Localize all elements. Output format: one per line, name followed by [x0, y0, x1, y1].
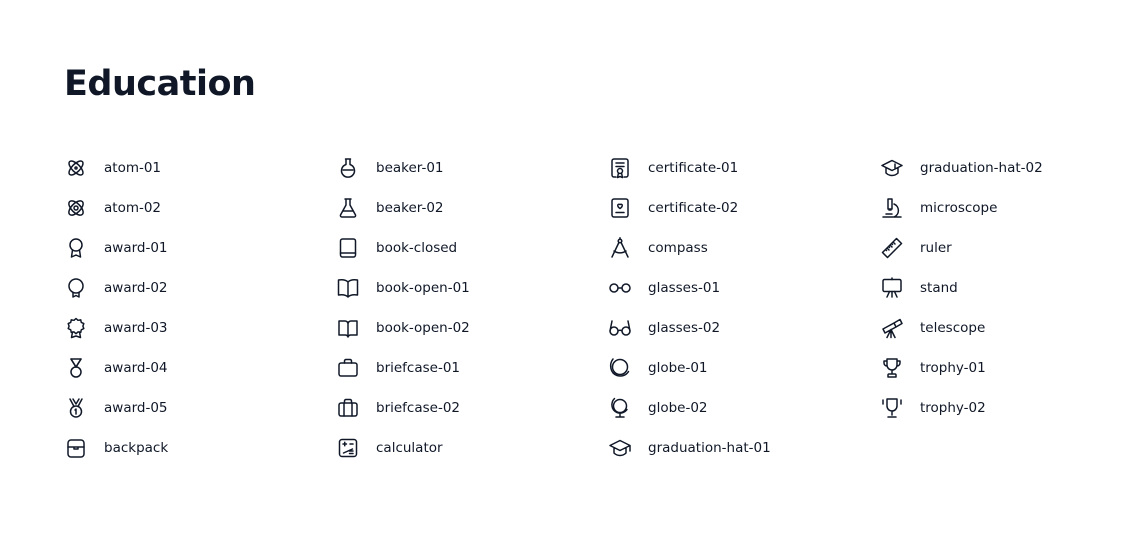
icon-item-globe-01[interactable]: globe-01 [608, 356, 708, 380]
icon-label: briefcase-01 [376, 360, 461, 376]
icon-label: award-03 [104, 320, 168, 336]
icon-label: book-closed [376, 240, 458, 256]
icon-label: graduation-hat-01 [648, 440, 771, 456]
icon-label: certificate-02 [648, 200, 739, 216]
icon-item-beaker-01[interactable]: beaker-01 [336, 156, 444, 180]
award-01-icon [64, 236, 88, 260]
icon-item-trophy-02[interactable]: trophy-02 [880, 396, 986, 420]
icon-item-award-04[interactable]: award-04 [64, 356, 168, 380]
icon-label: book-open-01 [376, 280, 470, 296]
icon-item-atom-01[interactable]: atom-01 [64, 156, 161, 180]
icon-item-trophy-01[interactable]: trophy-01 [880, 356, 986, 380]
icon-label: globe-01 [648, 360, 708, 376]
icon-label: beaker-01 [376, 160, 444, 176]
icon-label: briefcase-02 [376, 400, 461, 416]
icon-item-ruler[interactable]: ruler [880, 236, 952, 260]
page-title: Education [64, 64, 256, 104]
icon-label: backpack [104, 440, 169, 456]
icon-item-calculator[interactable]: calculator [336, 436, 443, 460]
icon-item-book-open-02[interactable]: book-open-02 [336, 316, 470, 340]
icon-label: book-open-02 [376, 320, 470, 336]
trophy-02-icon [880, 396, 904, 420]
award-02-icon [64, 276, 88, 300]
icon-item-beaker-02[interactable]: beaker-02 [336, 196, 444, 220]
icon-label: compass [648, 240, 708, 256]
icon-item-book-closed[interactable]: book-closed [336, 236, 457, 260]
icon-item-telescope[interactable]: telescope [880, 316, 985, 340]
icon-item-globe-02[interactable]: globe-02 [608, 396, 708, 420]
icon-item-certificate-01[interactable]: certificate-01 [608, 156, 738, 180]
icon-item-graduation-hat-01[interactable]: graduation-hat-01 [608, 436, 771, 460]
ruler-icon [880, 236, 904, 260]
atom-01-icon [64, 156, 88, 180]
icon-item-book-open-01[interactable]: book-open-01 [336, 276, 470, 300]
glasses-02-icon [608, 316, 632, 340]
calculator-icon [336, 436, 360, 460]
glasses-01-icon [608, 276, 632, 300]
certificate-01-icon [608, 156, 632, 180]
icon-label: atom-01 [104, 160, 162, 176]
icon-label: glasses-01 [648, 280, 721, 296]
globe-02-icon [608, 396, 632, 420]
icon-label: microscope [920, 200, 998, 216]
icon-label: atom-02 [104, 200, 162, 216]
icon-label: award-04 [104, 360, 168, 376]
icon-label: award-01 [104, 240, 168, 256]
icon-item-award-03[interactable]: award-03 [64, 316, 168, 340]
icon-label: certificate-01 [648, 160, 739, 176]
icon-label: graduation-hat-02 [920, 160, 1043, 176]
icon-item-compass[interactable]: compass [608, 236, 708, 260]
icon-item-award-05[interactable]: award-05 [64, 396, 168, 420]
icon-item-graduation-hat-02[interactable]: graduation-hat-02 [880, 156, 1043, 180]
icon-label: telescope [920, 320, 986, 336]
book-open-02-icon [336, 316, 360, 340]
icon-item-briefcase-02[interactable]: briefcase-02 [336, 396, 460, 420]
icon-label: globe-02 [648, 400, 708, 416]
icon-item-certificate-02[interactable]: certificate-02 [608, 196, 738, 220]
icon-item-glasses-02[interactable]: glasses-02 [608, 316, 720, 340]
book-open-01-icon [336, 276, 360, 300]
icon-item-atom-02[interactable]: atom-02 [64, 196, 161, 220]
icon-label: stand [920, 280, 958, 296]
icon-label: beaker-02 [376, 200, 444, 216]
icon-item-glasses-01[interactable]: glasses-01 [608, 276, 720, 300]
beaker-02-icon [336, 196, 360, 220]
icon-item-award-01[interactable]: award-01 [64, 236, 168, 260]
award-05-icon [64, 396, 88, 420]
icon-label: trophy-01 [920, 360, 986, 376]
icon-item-award-02[interactable]: award-02 [64, 276, 168, 300]
icon-label: award-02 [104, 280, 168, 296]
icon-item-briefcase-01[interactable]: briefcase-01 [336, 356, 460, 380]
icon-item-backpack[interactable]: backpack [64, 436, 168, 460]
briefcase-01-icon [336, 356, 360, 380]
icon-item-stand[interactable]: stand [880, 276, 958, 300]
icon-label: glasses-02 [648, 320, 721, 336]
icon-label: calculator [376, 440, 443, 456]
atom-02-icon [64, 196, 88, 220]
book-closed-icon [336, 236, 360, 260]
icon-catalog-page: Education atom-01 atom-02 award-01 award-02… [0, 0, 1144, 540]
icon-label: trophy-02 [920, 400, 986, 416]
telescope-icon [880, 316, 904, 340]
graduation-hat-01-icon [608, 436, 632, 460]
stand-icon [880, 276, 904, 300]
icon-label: ruler [920, 240, 952, 256]
beaker-01-icon [336, 156, 360, 180]
award-04-icon [64, 356, 88, 380]
award-03-icon [64, 316, 88, 340]
compass-icon [608, 236, 632, 260]
backpack-icon [64, 436, 88, 460]
briefcase-02-icon [336, 396, 360, 420]
certificate-02-icon [608, 196, 632, 220]
graduation-hat-02-icon [880, 156, 904, 180]
microscope-icon [880, 196, 904, 220]
icon-item-microscope[interactable]: microscope [880, 196, 997, 220]
globe-01-icon [608, 356, 632, 380]
icon-label: award-05 [104, 400, 168, 416]
trophy-01-icon [880, 356, 904, 380]
